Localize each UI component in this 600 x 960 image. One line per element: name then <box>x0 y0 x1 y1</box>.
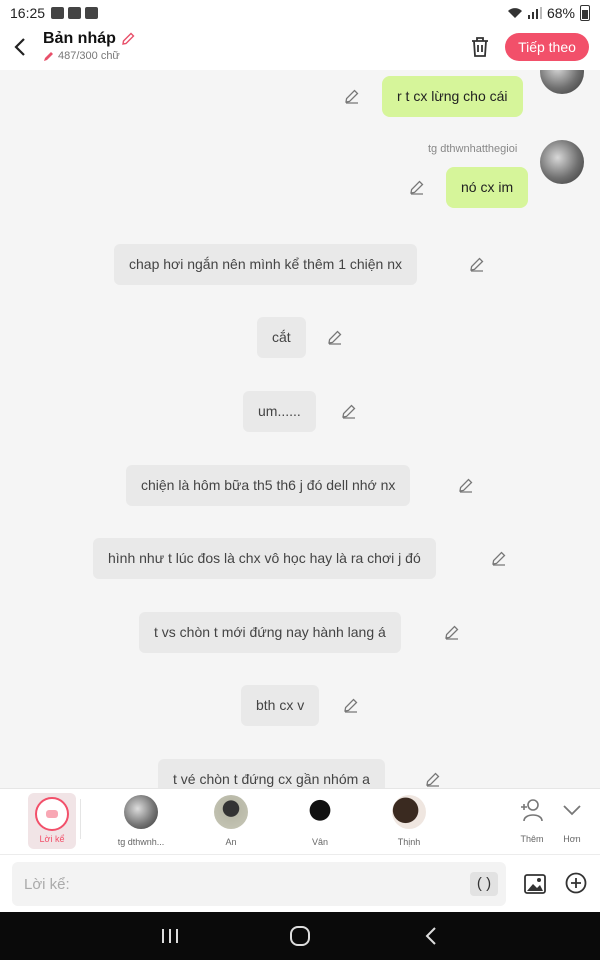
message-input[interactable] <box>12 862 506 906</box>
edit-message-icon[interactable] <box>491 550 507 566</box>
add-button[interactable] <box>564 871 588 895</box>
chat-area[interactable]: r t cx lừng cho cái tg dthwnhatthegioi n… <box>0 70 600 788</box>
edit-message-icon[interactable] <box>341 403 357 419</box>
narration-bubble[interactable]: t vs chòn t mới đứng nay hành lang á <box>139 612 401 653</box>
input-bar: ( ) <box>0 854 600 912</box>
edit-message-icon[interactable] <box>327 329 343 345</box>
narration-bubble[interactable]: chiện là hôm bữa th5 th6 j đó dell nhớ n… <box>126 465 411 506</box>
chevron-left-icon <box>14 38 25 56</box>
edit-message-icon[interactable] <box>343 697 359 713</box>
add-character-button[interactable]: Thêm <box>512 797 552 844</box>
character-bar: Lời kể tg dthwnh... An Vân Thịnh Thêm Hơ… <box>0 788 600 854</box>
plus-circle-icon <box>565 872 587 894</box>
header: Bản nháp 487/300 chữ Tiếp theo <box>0 26 600 70</box>
home-icon <box>290 926 310 946</box>
avatar[interactable] <box>540 140 584 184</box>
chevron-down-icon <box>563 805 581 816</box>
message-bubble-right[interactable]: nó cx im <box>446 167 529 208</box>
next-button[interactable]: Tiếp theo <box>505 33 589 61</box>
recent-apps-icon <box>162 929 178 943</box>
edit-message-icon[interactable] <box>444 624 460 640</box>
wifi-icon <box>507 8 522 18</box>
delete-button[interactable] <box>468 34 492 60</box>
word-count: 487/300 chữ <box>58 50 120 62</box>
system-nav-bar <box>0 912 600 960</box>
narration-bubble[interactable]: bth cx v <box>241 685 320 726</box>
character-name: tg dthwnh... <box>117 837 165 847</box>
avatar[interactable] <box>540 70 584 94</box>
battery-percent: 68% <box>546 5 575 21</box>
battery-icon <box>580 5 590 21</box>
avatar <box>392 795 426 829</box>
avatar <box>124 795 158 829</box>
narrator-label: Lời kể <box>39 834 65 844</box>
edit-message-icon[interactable] <box>425 771 441 787</box>
narration-bubble[interactable]: hình như t lúc đos là chx vô học hay là … <box>93 538 436 579</box>
avatar <box>303 795 337 829</box>
message-bubble-right[interactable]: r t cx lừng cho cái <box>382 76 523 117</box>
avatar <box>214 795 248 829</box>
pen-icon <box>44 51 53 61</box>
video-notification-icon <box>85 7 99 19</box>
title-area: Bản nháp 487/300 chữ <box>43 30 136 62</box>
gallery-notification-icon <box>51 7 65 19</box>
narration-bubble[interactable]: t vé chòn t đứng cx gần nhóm a <box>158 759 385 788</box>
narrator-icon <box>35 797 69 831</box>
back-icon <box>425 927 436 945</box>
edit-message-icon[interactable] <box>409 179 425 195</box>
character-item[interactable]: tg dthwnh... <box>111 795 171 847</box>
add-person-icon <box>521 799 543 822</box>
character-name: Thịnh <box>397 837 421 847</box>
home-button[interactable] <box>288 924 312 948</box>
image-button[interactable] <box>522 871 548 897</box>
image-icon <box>524 874 546 894</box>
more-button[interactable]: Hơn <box>552 797 592 844</box>
narrator-selector[interactable]: Lời kể <box>28 793 76 849</box>
edit-message-icon[interactable] <box>469 256 485 272</box>
more-label: Hơn <box>563 834 581 844</box>
signal-icon <box>527 7 542 19</box>
page-title: Bản nháp <box>43 30 116 47</box>
narration-bubble[interactable]: cắt <box>257 317 306 358</box>
trash-icon <box>472 37 488 57</box>
parentheses-button[interactable]: ( ) <box>470 872 498 896</box>
character-item[interactable]: Vân <box>290 795 350 847</box>
status-time: 16:25 <box>10 5 46 21</box>
nav-back-button[interactable] <box>420 924 444 948</box>
character-item[interactable]: An <box>201 795 261 847</box>
recent-apps-button[interactable] <box>158 924 182 948</box>
status-bar: 16:25 68% <box>0 0 600 26</box>
narration-bubble[interactable]: chap hơi ngắn nên mình kể thêm 1 chiện n… <box>114 244 418 285</box>
character-name: Vân <box>311 837 328 847</box>
add-label: Thêm <box>520 834 544 844</box>
edit-message-icon[interactable] <box>344 88 360 104</box>
edit-message-icon[interactable] <box>458 477 474 493</box>
weather-notification-icon <box>68 7 82 19</box>
character-item[interactable]: Thịnh <box>379 795 439 847</box>
character-name: An <box>225 837 237 847</box>
back-button[interactable] <box>10 32 34 62</box>
divider <box>80 799 81 839</box>
narration-bubble[interactable]: um...... <box>243 391 316 432</box>
author-label: tg dthwnhatthegioi <box>428 143 518 155</box>
edit-title-icon[interactable] <box>120 31 136 47</box>
